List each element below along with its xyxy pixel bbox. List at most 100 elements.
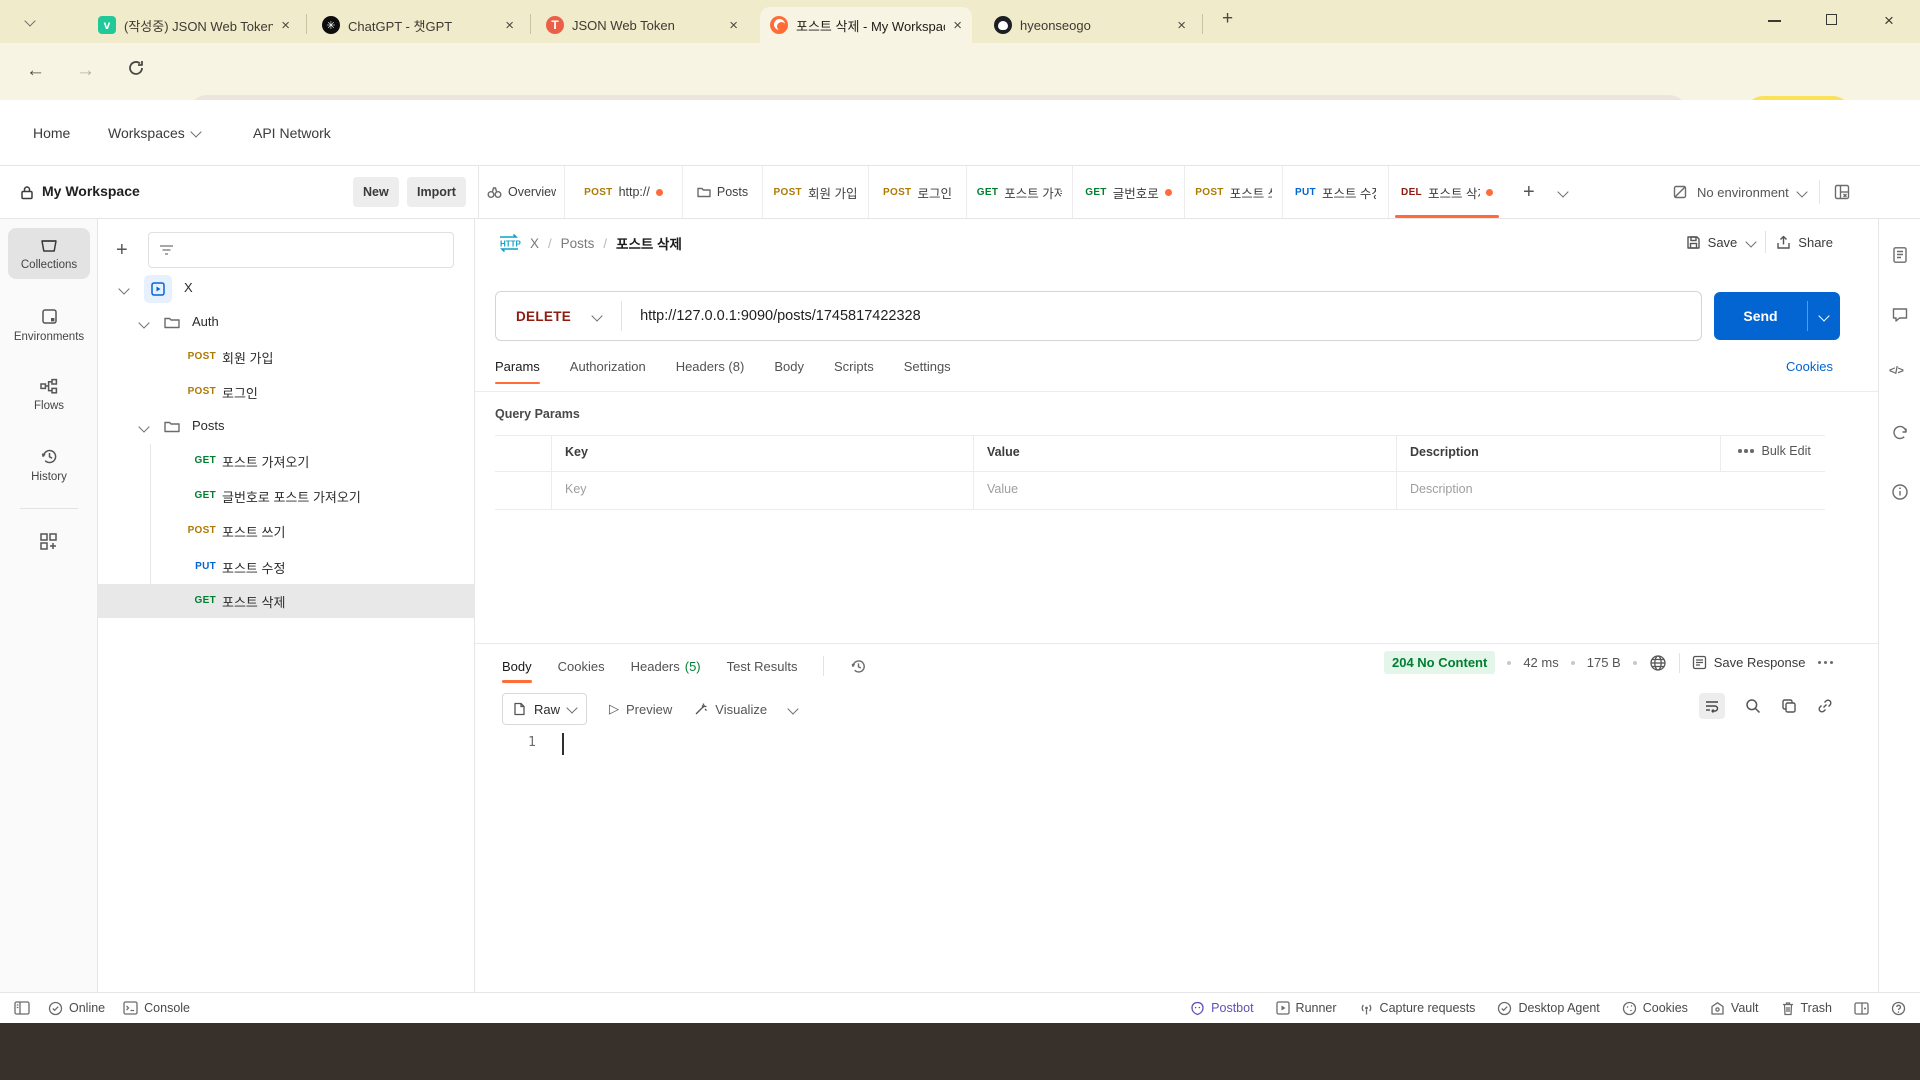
view-options-chevron-icon[interactable] — [787, 703, 799, 715]
cookies-button[interactable]: Cookies — [1622, 1001, 1688, 1016]
tab-post-http[interactable]: POST http:// — [565, 166, 683, 218]
breadcrumb-collection[interactable]: X — [530, 236, 539, 251]
reload-icon[interactable] — [126, 58, 146, 78]
response-more-icon[interactable] — [1817, 660, 1833, 665]
tab-get-post-by-id[interactable]: GET 글번호로 — [1073, 166, 1185, 218]
tab-posts-folder[interactable]: Posts — [683, 166, 763, 218]
tab-close-icon[interactable]: × — [281, 18, 290, 33]
description-placeholder[interactable]: Description — [1410, 482, 1473, 496]
configure-sidebar-icon[interactable] — [38, 531, 59, 552]
tab-close-icon[interactable]: × — [505, 18, 514, 33]
browser-tab-active[interactable]: 포스트 삭제 - My Workspace × — [760, 7, 972, 43]
tab-scripts[interactable]: Scripts — [834, 359, 874, 374]
tab-del-delete-active[interactable]: DEL 포스트 삭제 — [1389, 166, 1505, 218]
search-response-icon[interactable] — [1745, 698, 1761, 714]
response-splitter[interactable] — [475, 643, 1878, 644]
raw-view-select[interactable]: Raw — [502, 693, 588, 725]
import-button[interactable]: Import — [407, 177, 466, 207]
runner-button[interactable]: Runner — [1275, 1001, 1337, 1015]
nav-api-network[interactable]: API Network — [253, 125, 331, 141]
browser-tab-5[interactable]: hyeonseogo × — [984, 7, 1196, 43]
tab-body[interactable]: Body — [774, 359, 804, 374]
add-collection-button[interactable]: + — [116, 239, 128, 262]
browser-tab-2[interactable]: ✳ ChatGPT - 챗GPT × — [312, 7, 524, 43]
trash-button[interactable]: Trash — [1781, 1001, 1832, 1016]
vault-button[interactable]: Vault — [1710, 1001, 1759, 1016]
environment-chevron-icon[interactable] — [1796, 186, 1808, 198]
wrap-text-icon[interactable] — [1699, 693, 1725, 719]
tab-list-chevron-icon[interactable] — [1557, 186, 1569, 198]
info-icon[interactable] — [1891, 483, 1909, 501]
copy-response-icon[interactable] — [1781, 698, 1797, 714]
tree-request-get-posts[interactable]: GET 포스트 가져오기 — [98, 444, 475, 478]
code-snippet-icon[interactable]: </> — [1889, 365, 1904, 377]
close-button[interactable]: × — [1884, 11, 1894, 31]
status-badge[interactable]: 204 No Content — [1383, 651, 1496, 674]
documentation-icon[interactable] — [1891, 246, 1909, 264]
response-tab-headers[interactable]: Headers (5) — [631, 659, 701, 674]
value-placeholder[interactable]: Value — [987, 482, 1018, 496]
request-activity-icon[interactable] — [1891, 424, 1909, 442]
visualize-button[interactable]: Visualize — [694, 702, 767, 717]
key-placeholder[interactable]: Key — [565, 482, 587, 496]
link-response-icon[interactable] — [1817, 698, 1833, 714]
comments-icon[interactable] — [1891, 306, 1909, 324]
breadcrumb-request-name[interactable]: 포스트 삭제 — [616, 233, 682, 253]
tab-post-write[interactable]: POST 포스트 쓰기 — [1185, 166, 1283, 218]
environment-quick-look-icon[interactable] — [1833, 183, 1851, 201]
save-button[interactable]: Save — [1686, 235, 1737, 250]
tab-close-icon[interactable]: × — [953, 18, 962, 33]
tree-request-delete-post[interactable]: GET 포스트 삭제 — [98, 584, 475, 618]
response-size[interactable]: 175 B — [1587, 655, 1621, 670]
tab-params[interactable]: Params — [495, 359, 540, 384]
response-tab-test-results[interactable]: Test Results — [727, 659, 798, 674]
bulk-edit-button[interactable]: Bulk Edit — [1738, 444, 1811, 458]
tab-post-signup[interactable]: POST 회원 가입 — [763, 166, 869, 218]
tree-request-login[interactable]: POST 로그인 — [98, 375, 475, 409]
method-select[interactable]: DELETE — [496, 309, 621, 324]
new-tab-button[interactable]: + — [1222, 8, 1233, 30]
tab-post-login[interactable]: POST 로그인 — [869, 166, 967, 218]
add-request-tab-button[interactable]: + — [1523, 181, 1535, 204]
tab-settings[interactable]: Settings — [904, 359, 951, 374]
sidebar-filter-input[interactable] — [148, 232, 454, 268]
send-button[interactable]: Send — [1714, 292, 1840, 340]
postbot-button[interactable]: Postbot — [1190, 1001, 1254, 1016]
desktop-agent-button[interactable]: Desktop Agent — [1497, 1001, 1600, 1016]
layout-panes-icon[interactable] — [1854, 1001, 1869, 1015]
browser-tab-1[interactable]: v (작성중) JSON Web Token × — [88, 7, 300, 43]
rail-environments[interactable]: Environments — [8, 307, 90, 343]
help-icon[interactable] — [1891, 1001, 1906, 1016]
save-response-button[interactable]: Save Response — [1692, 655, 1806, 670]
capture-requests-button[interactable]: Capture requests — [1359, 1001, 1475, 1016]
tab-close-icon[interactable]: × — [1177, 18, 1186, 33]
tree-request-get-post-by-id[interactable]: GET 글번호로 포스트 가져오기 — [98, 479, 475, 513]
minimize-button[interactable] — [1768, 20, 1781, 22]
preview-button[interactable]: ▷ Preview — [609, 701, 672, 717]
tree-request-signup[interactable]: POST 회원 가입 — [98, 340, 475, 374]
tree-request-write-post[interactable]: POST 포스트 쓰기 — [98, 514, 475, 548]
rail-history[interactable]: History — [8, 447, 90, 483]
browser-tab-3[interactable]: T JSON Web Token × — [536, 7, 748, 43]
maximize-button[interactable] — [1826, 14, 1837, 25]
tree-request-edit-post[interactable]: PUT 포스트 수정 — [98, 550, 475, 584]
rail-collections[interactable]: Collections — [8, 228, 90, 279]
network-globe-icon[interactable] — [1649, 654, 1667, 672]
response-tab-body[interactable]: Body — [502, 659, 532, 683]
tab-get-posts[interactable]: GET 포스트 가져오기 — [967, 166, 1073, 218]
forward-icon[interactable]: → — [76, 60, 95, 82]
back-icon[interactable]: ← — [26, 60, 45, 82]
request-url-input[interactable]: http://127.0.0.1:9090/posts/174581742232… — [640, 308, 921, 324]
tree-folder-posts[interactable]: Posts — [98, 410, 475, 444]
rail-flows[interactable]: Flows — [8, 377, 90, 412]
share-button[interactable]: Share — [1776, 235, 1833, 250]
toggle-sidebar-icon[interactable] — [14, 1001, 30, 1015]
response-history-icon[interactable] — [850, 658, 867, 675]
tree-collection-x[interactable]: X — [98, 272, 475, 306]
cookies-link[interactable]: Cookies — [1786, 359, 1833, 374]
tab-search-icon[interactable] — [24, 15, 36, 27]
new-button[interactable]: New — [353, 177, 399, 207]
nav-workspaces[interactable]: Workspaces — [108, 125, 202, 141]
response-tab-cookies[interactable]: Cookies — [558, 659, 605, 674]
response-body-editor[interactable]: 1 — [475, 727, 1845, 992]
